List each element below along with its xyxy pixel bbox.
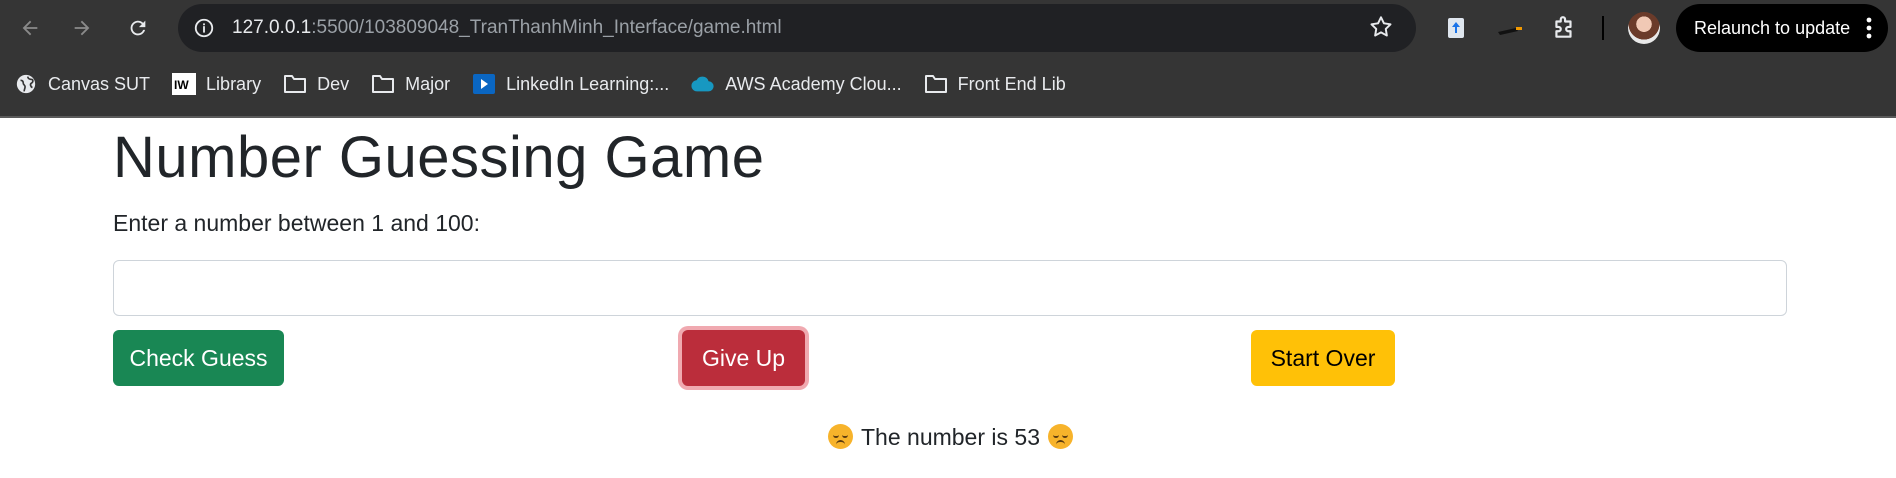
profile-avatar[interactable] <box>1628 12 1660 44</box>
disappointed-face-icon <box>1047 424 1073 449</box>
bookmark-label: AWS Academy Clou... <box>725 73 902 94</box>
bookmark-folder-major[interactable]: Major <box>371 72 450 96</box>
back-button[interactable] <box>14 12 46 44</box>
bookmark-linkedin-learning[interactable]: LinkedIn Learning:... <box>472 72 669 96</box>
give-up-button[interactable]: Give Up <box>682 330 805 386</box>
pen-extension-icon <box>1498 27 1522 35</box>
folder-icon <box>924 72 948 96</box>
back-arrow-icon <box>22 20 38 36</box>
puzzle-icon <box>1555 16 1572 38</box>
bookmark-label: Front End Lib <box>957 73 1066 94</box>
info-icon <box>194 18 214 38</box>
cloud-icon <box>691 72 715 96</box>
extension-button-2[interactable] <box>1494 12 1526 44</box>
bookmark-label: Canvas SUT <box>48 73 151 94</box>
folder-icon <box>371 72 395 96</box>
star-icon <box>1370 16 1392 37</box>
browser-chrome: 127.0.0.1:5500/103809048_TranThanhMinh_I… <box>0 0 1896 116</box>
browser-toolbar: 127.0.0.1:5500/103809048_TranThanhMinh_I… <box>0 0 1896 56</box>
bookmark-canvas-sut[interactable]: Canvas SUT <box>14 72 150 96</box>
more-menu-icon[interactable] <box>1866 17 1872 44</box>
bookmark-label: LinkedIn Learning:... <box>506 73 670 94</box>
bookmark-folder-dev[interactable]: Dev <box>283 72 349 96</box>
linkedin-learning-icon <box>472 72 496 96</box>
extensions-menu-button[interactable] <box>1548 12 1580 44</box>
forward-arrow-icon <box>74 20 90 36</box>
bookmark-folder-front-end-lib[interactable]: Front End Lib <box>924 72 1066 96</box>
page-title: Number Guessing Game <box>113 125 765 190</box>
iw-logo-icon: IW <box>172 72 197 96</box>
svg-text:IW: IW <box>174 78 189 92</box>
relaunch-button[interactable]: Relaunch to update <box>1676 4 1888 52</box>
disappointed-face-icon <box>828 424 853 449</box>
bookmark-aws-academy[interactable]: AWS Academy Clou... <box>691 72 902 96</box>
extension-button-1[interactable] <box>1440 12 1472 44</box>
start-over-button[interactable]: Start Over <box>1251 330 1395 386</box>
guess-prompt: Enter a number between 1 and 100: <box>113 210 480 236</box>
relaunch-label: Relaunch to update <box>1694 17 1851 38</box>
reload-button[interactable] <box>122 12 154 44</box>
result-message: The number is 53 <box>113 424 1788 451</box>
bookmark-label: Major <box>405 73 451 94</box>
bookmark-label: Dev <box>317 73 350 94</box>
address-bar[interactable]: 127.0.0.1:5500/103809048_TranThanhMinh_I… <box>178 4 1416 52</box>
check-guess-button[interactable]: Check Guess <box>113 330 284 386</box>
bookmark-library[interactable]: IW Library <box>172 72 261 96</box>
site-info-button[interactable] <box>188 12 220 44</box>
bookmark-star-button[interactable] <box>1368 14 1394 45</box>
folder-icon <box>283 72 307 96</box>
result-text: The number is 53 <box>861 424 1040 450</box>
forward-button[interactable] <box>66 12 98 44</box>
reload-icon <box>130 20 146 36</box>
guess-input[interactable] <box>113 260 1787 316</box>
url-text: 127.0.0.1:5500/103809048_TranThanhMinh_I… <box>232 17 782 39</box>
toolbar-divider <box>1602 16 1604 40</box>
url-path: :5500/103809048_TranThanhMinh_Interface/… <box>311 17 782 38</box>
bookmark-label: Library <box>206 73 262 94</box>
globe-icon <box>14 72 38 96</box>
url-host: 127.0.0.1 <box>232 17 312 38</box>
bookmarks-bar: Canvas SUT IW Library Dev Major LinkedIn… <box>0 56 1896 112</box>
upload-extension-icon <box>1448 18 1464 38</box>
chrome-border <box>0 116 1896 118</box>
